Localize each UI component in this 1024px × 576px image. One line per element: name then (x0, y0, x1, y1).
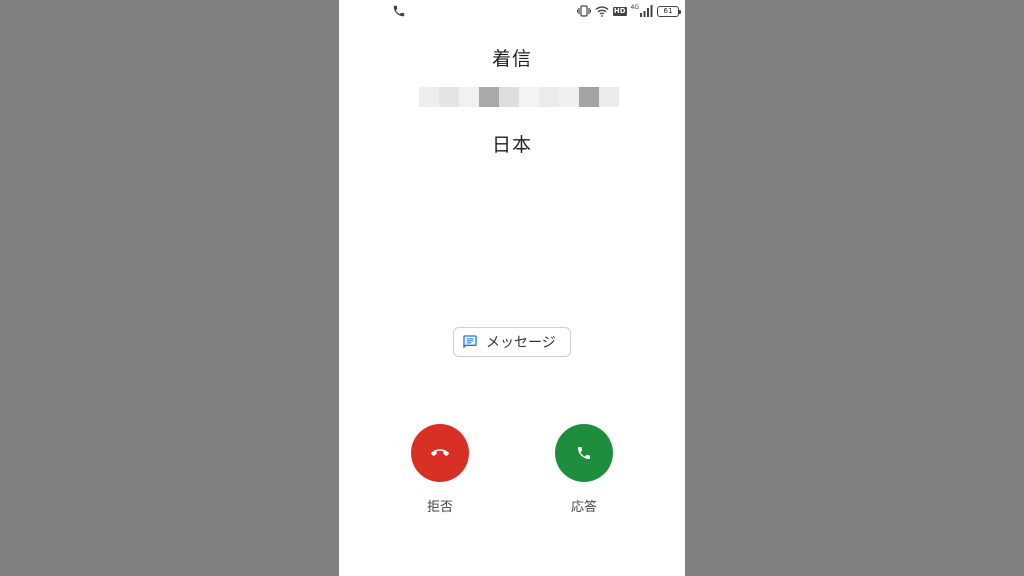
hang-up-icon (431, 449, 449, 456)
hd-icon: HD (612, 6, 627, 16)
incoming-call-screen: HD 4G 61 着信 日本 メッセージ 拒否 応答 (339, 0, 685, 576)
answer-button[interactable] (555, 424, 613, 482)
signal-icon (640, 5, 653, 17)
message-icon (463, 335, 477, 349)
decline-label: 拒否 (426, 500, 453, 515)
answer-label: 応答 (570, 500, 597, 515)
vibrate-icon (576, 5, 591, 17)
caller-number-redacted (419, 87, 619, 107)
message-button-label: メッセージ (486, 335, 556, 351)
network-type-label: 4G (630, 3, 639, 11)
caller-location: 日本 (491, 134, 532, 156)
wifi-icon (595, 6, 609, 17)
decline-button[interactable] (411, 424, 469, 482)
call-icon (393, 5, 405, 17)
call-status-title: 着信 (491, 48, 532, 70)
battery-level: 61 (663, 6, 673, 15)
message-button[interactable]: メッセージ (453, 327, 571, 357)
battery-icon: 61 (657, 5, 681, 17)
status-bar: HD 4G 61 (339, 0, 685, 22)
phone-icon (578, 447, 590, 459)
